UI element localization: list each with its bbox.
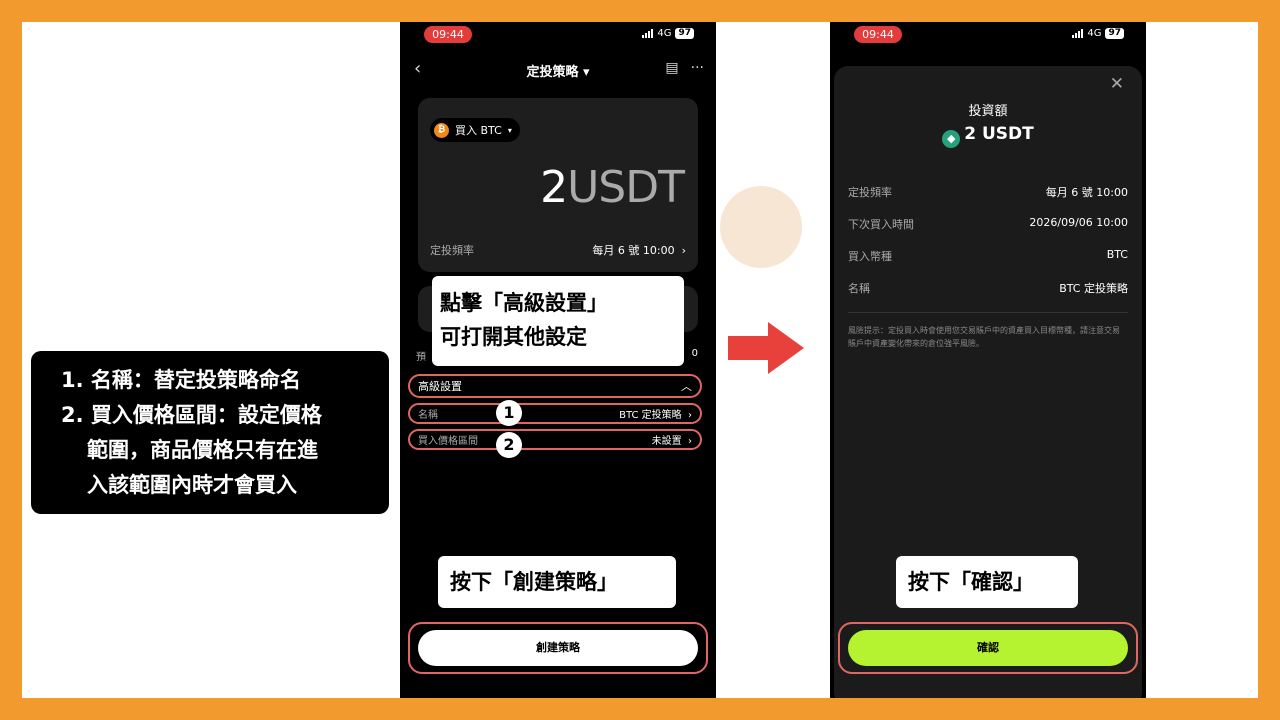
detail-label: 買入幣種 xyxy=(848,250,892,263)
battery-icon: 97 xyxy=(675,28,694,39)
callout-line-1: 點擊「高級設置」 xyxy=(440,291,608,315)
chevron-right-icon: › xyxy=(684,436,692,447)
callout-confirm: 按下「確認」 xyxy=(896,556,1078,608)
detail-row-name: 名稱 BTC 定投策略 xyxy=(848,280,1128,296)
price-range-row[interactable]: 買入價格區間 未設置 › xyxy=(408,429,702,450)
callout-line-2: 可打開其他設定 xyxy=(440,325,587,349)
next-step-arrow-icon xyxy=(728,322,804,374)
advanced-settings-toggle[interactable]: 高級設置 ︿ xyxy=(408,374,702,398)
top-navigation: ‹ 定投策略 ▾ ▤ ··· xyxy=(400,58,716,82)
network-type: 4G xyxy=(1087,28,1102,39)
risk-warning: 風險提示：定投買入時會使用您交易賬戶中的資產買入目標幣種，請注意交易賬戶中資產變… xyxy=(848,326,1120,348)
callout-advanced-settings: 點擊「高級設置」 可打開其他設定 xyxy=(432,276,684,366)
instruction-note: 1. 名稱：替定投策略命名 2. 買入價格區間：設定價格 範圍，商品價格只有在進… xyxy=(31,351,389,514)
status-time: 09:44 xyxy=(854,26,902,43)
close-icon[interactable]: ✕ xyxy=(1110,74,1124,94)
detail-value: 每月 6 號 10:00 xyxy=(1045,186,1128,199)
phone-screen-strategy: 09:44 4G 97 ‹ 定投策略 ▾ ▤ ··· ₿ 買入 BTC ▾ 2U… xyxy=(400,22,716,698)
investment-card: ₿ 買入 BTC ▾ 2USDT 定投頻率 每月 6 號 10:00 › xyxy=(418,98,698,272)
usdt-icon: ◆ xyxy=(942,130,961,148)
page-title-text: 定投策略 xyxy=(526,65,579,80)
confirm-button-highlight: 確認 xyxy=(838,622,1138,674)
frequency-value: 每月 6 號 10:00 xyxy=(592,244,675,257)
price-range-value-wrap: 未設置 › xyxy=(652,432,692,447)
detail-value: BTC xyxy=(1106,248,1128,261)
create-button-highlight: 創建策略 xyxy=(408,622,708,674)
detail-value: 2026/09/06 10:00 xyxy=(1029,216,1128,229)
frequency-label: 定投頻率 xyxy=(430,244,474,257)
amount-number: 2 xyxy=(540,162,568,213)
advanced-settings-label: 高級設置 xyxy=(418,380,462,393)
sheet-title: 投資額 xyxy=(968,104,1008,119)
confirm-button[interactable]: 確認 xyxy=(848,630,1128,666)
price-range-value: 未設置 xyxy=(651,436,682,447)
price-range-label: 買入價格區間 xyxy=(418,436,478,447)
note-line-2: 2. 買入價格區間：設定價格 xyxy=(61,403,322,427)
amount-unit: USDT xyxy=(567,162,685,213)
detail-row-coin: 買入幣種 BTC xyxy=(848,248,1128,264)
status-bar: 09:44 4G 97 xyxy=(400,22,716,48)
amount-input[interactable]: 2USDT xyxy=(540,162,685,213)
chevron-right-icon: › xyxy=(684,410,692,421)
buy-coin-selector[interactable]: ₿ 買入 BTC ▾ xyxy=(430,118,520,142)
buy-coin-label: 買入 BTC xyxy=(455,124,502,137)
callout-create-strategy: 按下「創建策略」 xyxy=(438,556,676,608)
note-line-1: 1. 名稱：替定投策略命名 xyxy=(61,368,301,392)
chevron-right-icon: › xyxy=(678,244,686,257)
strategy-name-value: BTC 定投策略 xyxy=(619,410,682,421)
frequency-value-wrap: 每月 6 號 10:00 › xyxy=(592,242,686,258)
more-icon[interactable]: ··· xyxy=(691,60,704,76)
document-icon[interactable]: ▤ xyxy=(665,60,678,76)
detail-label: 定投頻率 xyxy=(848,186,892,199)
status-time: 09:44 xyxy=(424,26,472,43)
watermark-logo xyxy=(720,186,802,268)
divider xyxy=(848,312,1128,313)
battery-icon: 97 xyxy=(1105,28,1124,39)
phone-screen-confirm: 09:44 4G 97 ✕ 投資額 ◆ 2 USDT 定投頻率 每月 6 號 10… xyxy=(830,22,1146,698)
chevron-up-icon: ︿ xyxy=(681,380,692,393)
note-line-4: 入該範圍內時才會買入 xyxy=(87,473,297,497)
strategy-name-label: 名稱 xyxy=(418,410,438,421)
note-line-3: 範圍，商品價格只有在進 xyxy=(87,438,318,462)
strategy-name-row[interactable]: 名稱 BTC 定投策略 › xyxy=(408,403,702,424)
sheet-amount-value: 2 USDT xyxy=(964,124,1034,144)
create-strategy-button[interactable]: 創建策略 xyxy=(418,630,698,666)
status-bar: 09:44 4G 97 xyxy=(830,22,1146,48)
caret-down-icon: ▾ xyxy=(507,125,512,135)
status-indicators: 4G 97 xyxy=(642,28,694,39)
detail-label: 名稱 xyxy=(848,282,870,295)
strategy-name-value-wrap: BTC 定投策略 › xyxy=(619,406,692,421)
top-actions: ▤ ··· xyxy=(665,60,704,76)
detail-row-next-buy: 下次買入時間 2026/09/06 10:00 xyxy=(848,216,1128,232)
step-badge-1: 1 xyxy=(496,400,522,426)
bitcoin-icon: ₿ xyxy=(434,122,449,138)
status-indicators: 4G 97 xyxy=(1072,28,1124,39)
signal-icon xyxy=(642,29,654,38)
sheet-amount: ◆ 2 USDT xyxy=(834,124,1142,148)
preview-label: 預 xyxy=(416,352,426,363)
caret-down-icon: ▾ xyxy=(583,65,590,80)
step-badge-2: 2 xyxy=(496,432,522,458)
frequency-row[interactable]: 定投頻率 每月 6 號 10:00 › xyxy=(430,242,686,258)
network-type: 4G xyxy=(657,28,672,39)
detail-label: 下次買入時間 xyxy=(848,218,914,231)
detail-value: BTC 定投策略 xyxy=(1059,282,1128,295)
detail-row-frequency: 定投頻率 每月 6 號 10:00 xyxy=(848,184,1128,200)
preview-value: 0 xyxy=(691,348,698,359)
signal-icon xyxy=(1072,29,1084,38)
